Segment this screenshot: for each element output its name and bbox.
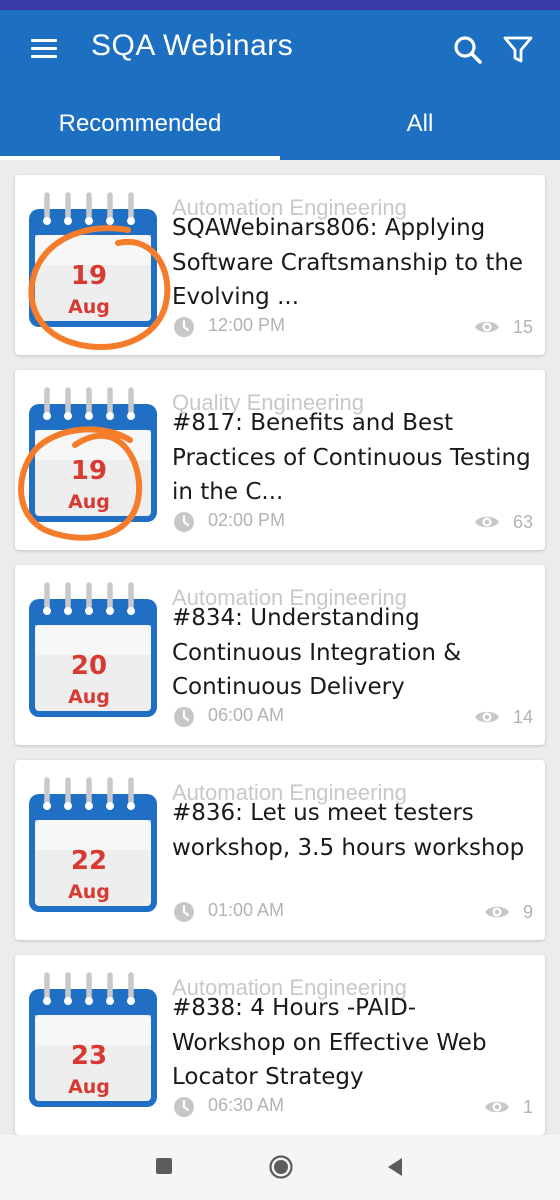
eye-icon <box>474 516 499 528</box>
tab-recommended[interactable]: Recommended <box>0 88 280 160</box>
webinar-card[interactable]: 20 Aug Automation Engineering #834: Unde… <box>15 565 545 745</box>
calendar-day: 22 <box>71 846 107 876</box>
webinar-card[interactable]: 22 Aug Automation Engineering #836: Let … <box>15 760 545 940</box>
view-count: 9 <box>522 901 533 922</box>
webinar-title: #836: Let us meet testers workshop, 3.5 … <box>172 800 525 861</box>
views-counter: 63 <box>474 510 533 534</box>
calendar-month: Aug <box>68 296 110 318</box>
webinar-list: 19 Aug Automation Engineering SQAWebinar… <box>0 160 560 1135</box>
clock-icon <box>174 902 194 922</box>
clock-icon <box>174 512 194 532</box>
view-count: 63 <box>512 511 533 532</box>
webinar-card[interactable]: 23 Aug Automation Engineering #838: 4 Ho… <box>15 955 545 1135</box>
calendar-month: Aug <box>68 686 110 708</box>
views-counter: 1 <box>484 1095 533 1119</box>
calendar-day: 19 <box>71 456 107 486</box>
webinar-title: SQAWebinars806: Applying Software Crafts… <box>172 215 524 310</box>
status-bar <box>0 0 560 10</box>
calendar-month: Aug <box>68 1076 110 1098</box>
home-circle-icon[interactable] <box>269 1155 293 1179</box>
search-icon[interactable] <box>452 34 484 66</box>
view-count: 14 <box>512 706 533 727</box>
webinar-time: 01:00 AM <box>208 900 285 920</box>
calendar-icon: 19 Aug <box>29 192 157 327</box>
back-triangle-icon[interactable] <box>385 1156 405 1178</box>
app-title: SQA Webinars <box>91 29 294 62</box>
clock-icon <box>174 317 194 337</box>
system-nav-bar <box>0 1135 560 1200</box>
webinar-title: #834: Understanding Continuous Integrati… <box>172 605 462 700</box>
calendar-day: 23 <box>71 1041 107 1071</box>
tab-all[interactable]: All <box>280 88 560 160</box>
calendar-icon: 20 Aug <box>29 582 157 717</box>
webinar-card[interactable]: 19 Aug Quality Engineering #817: Benefit… <box>15 370 545 550</box>
eye-icon <box>474 711 499 723</box>
webinar-time: 06:30 AM <box>208 1095 285 1115</box>
calendar-icon: 22 Aug <box>29 777 157 912</box>
webinar-card[interactable]: 19 Aug Automation Engineering SQAWebinar… <box>15 175 545 355</box>
eye-icon <box>484 1101 509 1113</box>
calendar-icon: 19 Aug <box>29 387 157 522</box>
views-counter: 14 <box>474 705 533 729</box>
calendar-day: 20 <box>71 651 107 681</box>
app-bar: SQA Webinars <box>0 10 560 88</box>
tab-bar: Recommended All <box>0 88 560 160</box>
webinar-time: 06:00 AM <box>208 705 285 725</box>
views-counter: 9 <box>484 900 533 924</box>
eye-icon <box>484 906 509 918</box>
calendar-month: Aug <box>68 881 110 903</box>
webinar-title: #838: 4 Hours -PAID- Workshop on Effecti… <box>172 995 487 1090</box>
view-count: 15 <box>512 316 533 337</box>
clock-icon <box>174 707 194 727</box>
eye-icon <box>474 321 499 333</box>
recents-square-icon[interactable] <box>156 1158 172 1174</box>
webinar-time: 12:00 PM <box>208 315 286 335</box>
filter-icon[interactable] <box>502 34 534 66</box>
menu-icon[interactable] <box>31 39 57 59</box>
calendar-month: Aug <box>68 491 110 513</box>
calendar-day: 19 <box>71 261 107 291</box>
webinar-time: 02:00 PM <box>208 510 286 530</box>
calendar-icon: 23 Aug <box>29 972 157 1107</box>
clock-icon <box>174 1097 194 1117</box>
webinar-title: #817: Benefits and Best Practices of Con… <box>172 410 531 505</box>
view-count: 1 <box>522 1096 533 1117</box>
views-counter: 15 <box>474 315 533 339</box>
